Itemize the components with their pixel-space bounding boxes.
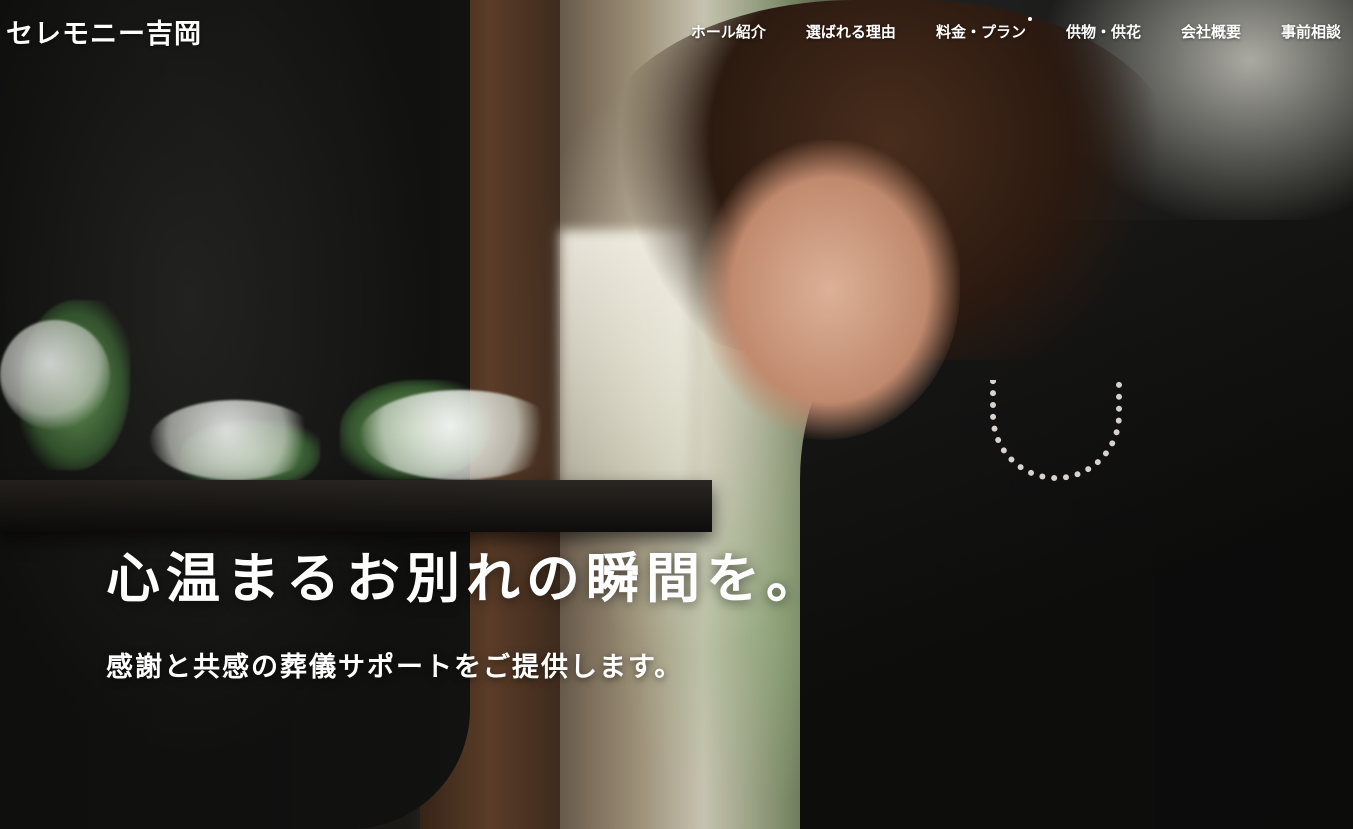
hero-section: セレモニー吉岡 ホール紹介 選ばれる理由 料金・プラン 供物・供花 会社概要 事… — [0, 0, 1353, 829]
hero-subline: 感謝と共感の葬儀サポートをご提供します。 — [106, 652, 684, 683]
background-shade — [0, 0, 1353, 829]
background-leaf — [180, 420, 320, 490]
site-logo[interactable]: セレモニー吉岡 — [6, 12, 202, 51]
nav-item-consultation[interactable]: 事前相談 — [1281, 21, 1341, 42]
site-header: セレモニー吉岡 ホール紹介 選ばれる理由 料金・プラン 供物・供花 会社概要 事… — [0, 0, 1353, 62]
background-flower — [0, 320, 110, 430]
background-flower — [360, 390, 560, 480]
background-window-light — [560, 230, 690, 510]
main-nav: ホール紹介 選ばれる理由 料金・プラン 供物・供花 会社概要 事前相談 — [691, 17, 1341, 42]
dropdown-indicator-icon — [1027, 17, 1032, 21]
nav-item-plans-label: 料金・プラン — [935, 23, 1026, 41]
background-man-in-suit — [0, 0, 470, 829]
background-pearl-necklace — [990, 380, 1122, 481]
nav-item-offerings[interactable]: 供物・供花 — [1066, 21, 1141, 42]
background-pillar — [420, 0, 560, 829]
background-altar-board — [0, 480, 712, 532]
background-leaf — [340, 380, 490, 480]
nav-item-plans[interactable]: 料金・プラン — [935, 17, 1032, 42]
background-flower — [150, 400, 320, 480]
background-woman-body — [800, 220, 1353, 829]
nav-item-hall[interactable]: ホール紹介 — [691, 21, 766, 42]
nav-item-company[interactable]: 会社概要 — [1181, 21, 1241, 42]
hero-headline: 心温まるお別れの瞬間を。 — [106, 546, 826, 610]
background-woman-face — [690, 140, 960, 440]
nav-item-reasons[interactable]: 選ばれる理由 — [806, 21, 896, 42]
background-leaf — [20, 300, 130, 470]
